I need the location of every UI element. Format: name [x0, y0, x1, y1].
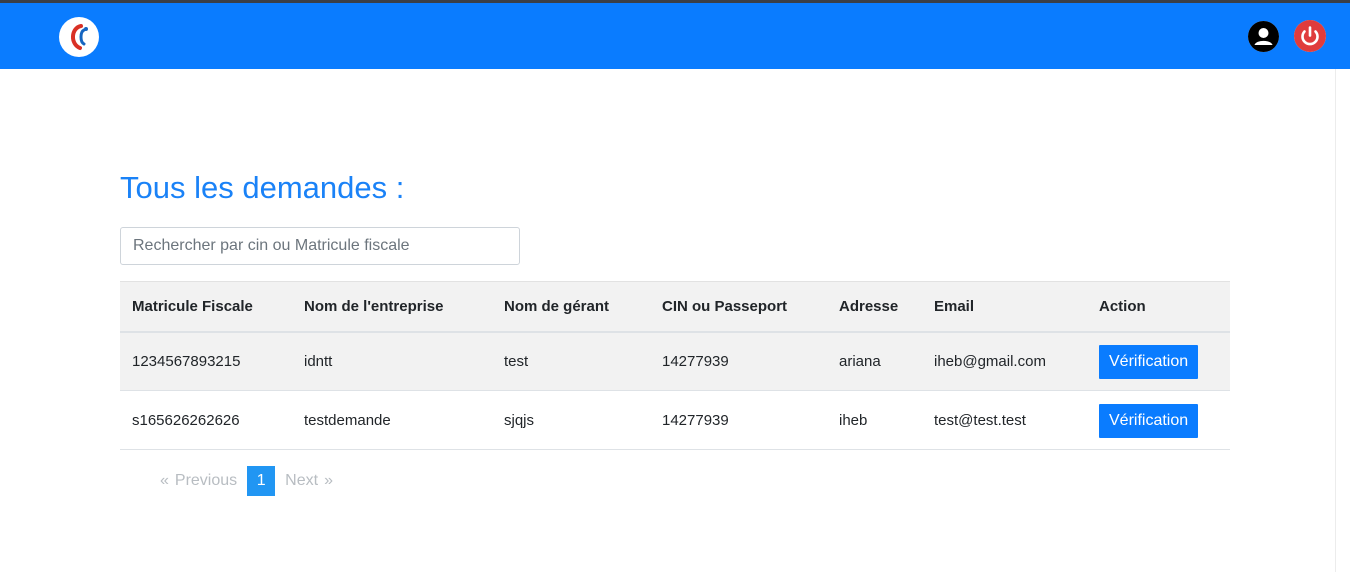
cell-matricule: s165626262626 — [132, 411, 240, 429]
pagination-previous-link[interactable]: Previous — [173, 466, 247, 496]
cell-cin: 14277939 — [662, 352, 729, 370]
table-header-row: Matricule Fiscale Nom de l'entreprise No… — [120, 281, 1230, 332]
col-cin-header: CIN ou Passeport — [662, 297, 788, 315]
power-icon[interactable] — [1294, 20, 1326, 52]
scrollbar-track[interactable] — [1335, 69, 1350, 572]
col-adresse-header: Adresse — [839, 297, 899, 315]
cell-gerant: test — [504, 352, 529, 370]
table-row: s165626262626 testdemande sjqjs 14277939… — [120, 391, 1230, 450]
col-email-header: Email — [934, 297, 975, 315]
cell-entreprise: testdemande — [304, 411, 391, 429]
pagination-page-1[interactable]: 1 — [247, 466, 276, 496]
cell-action: Vérification — [1087, 332, 1230, 391]
brand-logo-icon[interactable] — [59, 17, 99, 57]
cell-action: Vérification — [1087, 391, 1230, 450]
col-action-header: Action — [1099, 297, 1146, 315]
col-entreprise-header: Nom de l'entreprise — [304, 297, 444, 315]
cell-email: test@test.test — [934, 411, 1026, 429]
cell-adresse: iheb — [839, 411, 868, 429]
cell-email: iheb@gmail.com — [934, 352, 1046, 370]
col-gerant-header: Nom de gérant — [504, 297, 610, 315]
cell-entreprise: idntt — [304, 352, 333, 370]
demandes-table: Matricule Fiscale Nom de l'entreprise No… — [120, 281, 1230, 450]
pagination-first-link[interactable]: « — [150, 466, 173, 496]
user-icon[interactable] — [1248, 21, 1279, 52]
verification-button[interactable]: Vérification — [1099, 345, 1199, 380]
pagination-last-link[interactable]: » — [322, 466, 343, 496]
col-matricule-header: Matricule Fiscale — [132, 297, 253, 315]
cell-adresse: ariana — [839, 352, 881, 370]
pagination: « Previous 1 Next » — [150, 466, 343, 496]
cell-gerant: sjqjs — [504, 411, 535, 429]
navbar — [0, 3, 1350, 69]
verification-button[interactable]: Vérification — [1099, 404, 1199, 438]
cell-cin: 14277939 — [662, 411, 729, 429]
table-row: 1234567893215 idntt test 14277939 ariana… — [120, 331, 1230, 391]
pagination-next-link[interactable]: Next — [275, 466, 322, 496]
search-input[interactable] — [120, 227, 520, 265]
page-title: Tous les demandes : — [120, 170, 405, 205]
cell-matricule: 1234567893215 — [132, 352, 241, 370]
